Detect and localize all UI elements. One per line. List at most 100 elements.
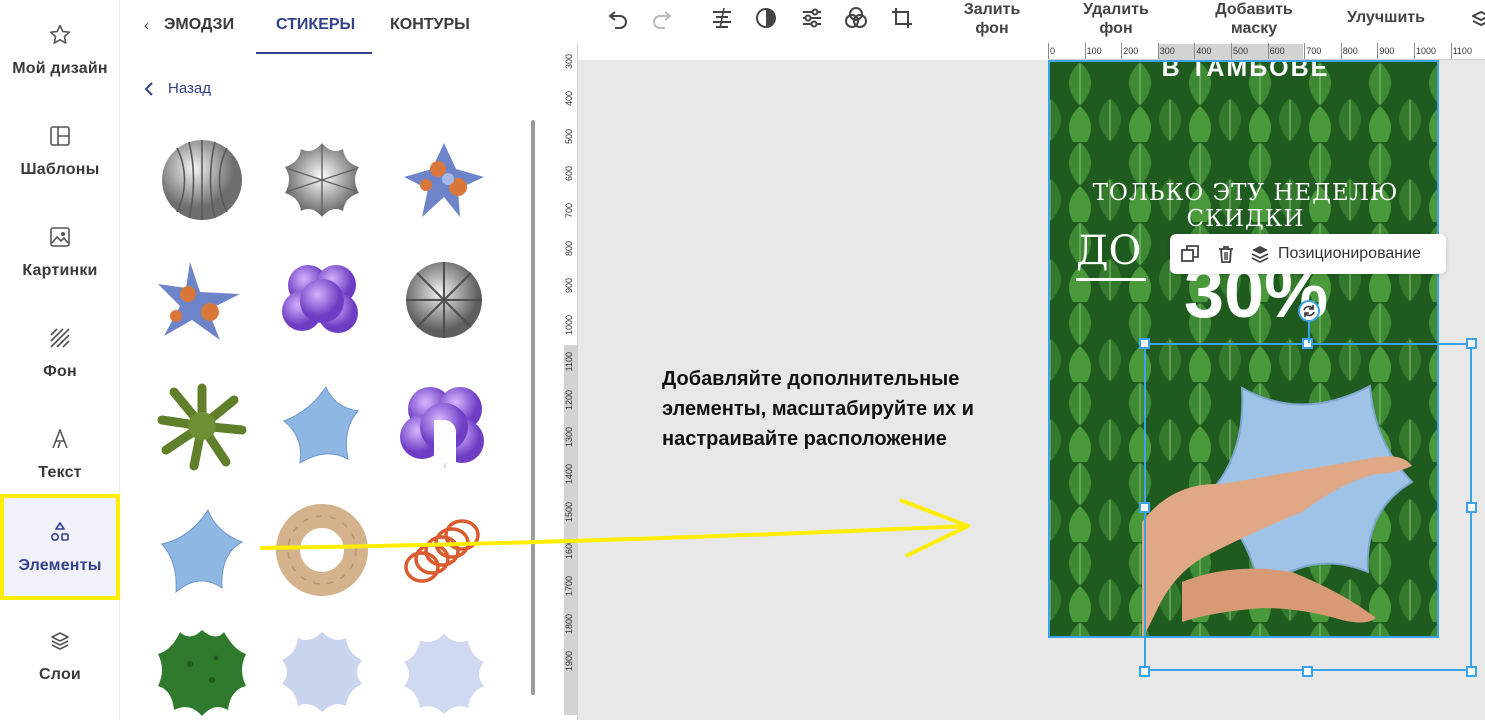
sticker-silver-flower[interactable] (270, 130, 374, 230)
adjustments-icon[interactable] (800, 6, 824, 30)
ruler-tick-mark (1267, 43, 1269, 59)
sticker-fluffy-blue-orange-star[interactable] (392, 130, 496, 230)
elements-panel: ‹ ЭМОДЗИ СТИКЕРЫ КОНТУРЫ Назад (120, 0, 564, 720)
resize-handle-top-left[interactable] (1139, 338, 1150, 349)
ruler-tick-label: 700 (1306, 46, 1322, 56)
ruler-tick-label: 300 (1159, 46, 1175, 56)
positioning-button[interactable]: Позиционирование (1250, 234, 1421, 274)
active-tab-indicator (256, 52, 372, 54)
tab-emoji[interactable]: ЭМОДЗИ (164, 16, 234, 34)
crop-icon[interactable] (890, 6, 914, 30)
ruler-tick-mark (1194, 43, 1196, 59)
ruler-tick-mark (1377, 43, 1379, 59)
fill-background-label: Залить фон (963, 1, 1021, 37)
design-city-text[interactable]: В ТАМБОВЕ (1050, 62, 1437, 83)
duplicate-icon[interactable] (1180, 244, 1200, 264)
top-ruler: 0 100 200 300 400 500 600 700 800 900 1000 1100 (1048, 43, 1485, 60)
ruler-tick-label: 400 (564, 91, 574, 107)
ruler-tick-label: 1300 (564, 427, 574, 448)
undo-icon[interactable] (606, 6, 630, 30)
collapse-panel-tab[interactable]: ‹ (434, 420, 456, 510)
ruler-tick-label: 1100 (564, 352, 574, 372)
resize-handle-bottom[interactable] (1302, 666, 1313, 677)
ruler-tick-label: 900 (1379, 46, 1395, 56)
ruler-tick-mark (1048, 43, 1049, 59)
sidebar-item-label: Картинки (22, 262, 98, 279)
ruler-tick-label: 1800 (564, 613, 574, 634)
design-underline (1076, 278, 1146, 281)
align-icon[interactable] (710, 6, 734, 30)
ruler-tick-mark (1157, 43, 1159, 59)
elements-icon (47, 519, 73, 545)
chevron-left-icon (144, 81, 153, 96)
sticker-beige-ring[interactable] (270, 500, 374, 600)
sidebar-item-images[interactable]: Картинки (0, 202, 120, 302)
sticker-blue-star[interactable] (150, 500, 254, 600)
sidebar-item-elements[interactable]: Элементы (0, 494, 120, 600)
sticker-pale-blue-flower[interactable] (392, 622, 496, 720)
top-toolbar: Залить фон Удалить фон Добавить маску Ул… (564, 0, 1485, 44)
add-mask-button[interactable]: Добавить маску (1212, 0, 1296, 38)
layers-icon (47, 628, 73, 654)
sticker-purple-blob[interactable] (270, 250, 374, 350)
ruler-tick-label: 1200 (564, 389, 574, 410)
sticker-silver-ridged-ball[interactable] (150, 130, 254, 230)
left-sidebar: Мой дизайн Шаблоны Картинки Фон Текст Эл… (0, 0, 120, 720)
sidebar-item-my-design[interactable]: Мой дизайн (0, 0, 120, 100)
panel-scrollbar[interactable] (531, 120, 535, 695)
sidebar-item-text[interactable]: Текст (0, 404, 120, 504)
ruler-tick-label: 1000 (1416, 46, 1437, 56)
improve-label: Улучшить (1347, 9, 1425, 26)
sticker-green-spiky-ball[interactable] (150, 376, 254, 476)
ruler-tick-label: 1700 (564, 576, 574, 597)
design-canvas[interactable]: Добавляйте дополнительные элементы, масш… (578, 60, 1485, 720)
resize-handle-right[interactable] (1466, 502, 1477, 513)
selection-box[interactable] (1144, 343, 1472, 671)
ruler-tick-label: 1000 (564, 315, 574, 336)
back-label: Назад (168, 80, 211, 97)
sticker-fluffy-blue-orange-star[interactable] (148, 250, 252, 350)
layers-icon[interactable] (1472, 6, 1485, 30)
opacity-icon[interactable] (754, 6, 778, 30)
layers-icon (1251, 246, 1269, 264)
sidebar-item-label: Текст (38, 464, 82, 481)
sticker-blue-star[interactable] (270, 376, 374, 476)
ruler-tick-mark (1231, 43, 1232, 59)
back-link[interactable]: Назад (144, 80, 211, 97)
sticker-green-sponge-flower[interactable] (150, 622, 254, 720)
sticker-orange-spring[interactable] (392, 500, 496, 600)
tab-contours[interactable]: КОНТУРЫ (390, 16, 470, 34)
resize-handle-left[interactable] (1139, 502, 1150, 513)
left-ruler: 300 400 500 600 700 800 900 1000 1100 1200 1300 140… (564, 44, 578, 720)
sidebar-item-background[interactable]: Фон (0, 303, 120, 403)
trash-icon[interactable] (1216, 244, 1236, 264)
ruler-tick-label: 400 (1196, 46, 1212, 56)
sticker-silver-ridged-ball[interactable] (392, 250, 496, 350)
chevron-left-icon[interactable]: ‹ (144, 17, 149, 34)
sticker-pale-blue-flower[interactable] (270, 622, 374, 720)
redo-icon[interactable] (650, 6, 674, 30)
sidebar-item-layers[interactable]: Слои (0, 606, 120, 706)
resize-handle-bottom-right[interactable] (1466, 666, 1477, 677)
improve-button[interactable]: Улучшить (1346, 8, 1426, 27)
design-promo-text[interactable]: ТОЛЬКО ЭТУ НЕДЕЛЮ СКИДКИ (1050, 180, 1437, 232)
filters-icon[interactable] (844, 6, 868, 30)
ruler-tick-label: 1400 (564, 464, 574, 485)
editor-app: Мой дизайн Шаблоны Картинки Фон Текст Эл… (0, 0, 1485, 720)
tab-stickers[interactable]: СТИКЕРЫ (276, 16, 355, 34)
remove-background-button[interactable]: Удалить фон (1076, 0, 1156, 38)
resize-handle-top-right[interactable] (1466, 338, 1477, 349)
rotate-handle[interactable] (1298, 300, 1320, 322)
sidebar-item-label: Мой дизайн (12, 60, 108, 77)
sidebar-item-label: Шаблоны (20, 161, 100, 178)
ruler-tick-mark (1340, 43, 1342, 59)
design-do-text[interactable]: ДО (1076, 228, 1141, 274)
sidebar-item-templates[interactable]: Шаблоны (0, 101, 120, 201)
remove-background-label: Удалить фон (1083, 1, 1149, 37)
star-icon (47, 22, 73, 48)
ruler-tick-label: 1100 (1452, 46, 1472, 56)
fill-background-button[interactable]: Залить фон (962, 0, 1022, 38)
image-icon (47, 224, 73, 250)
ruler-tick-label: 1900 (564, 650, 574, 671)
resize-handle-bottom-left[interactable] (1139, 666, 1150, 677)
